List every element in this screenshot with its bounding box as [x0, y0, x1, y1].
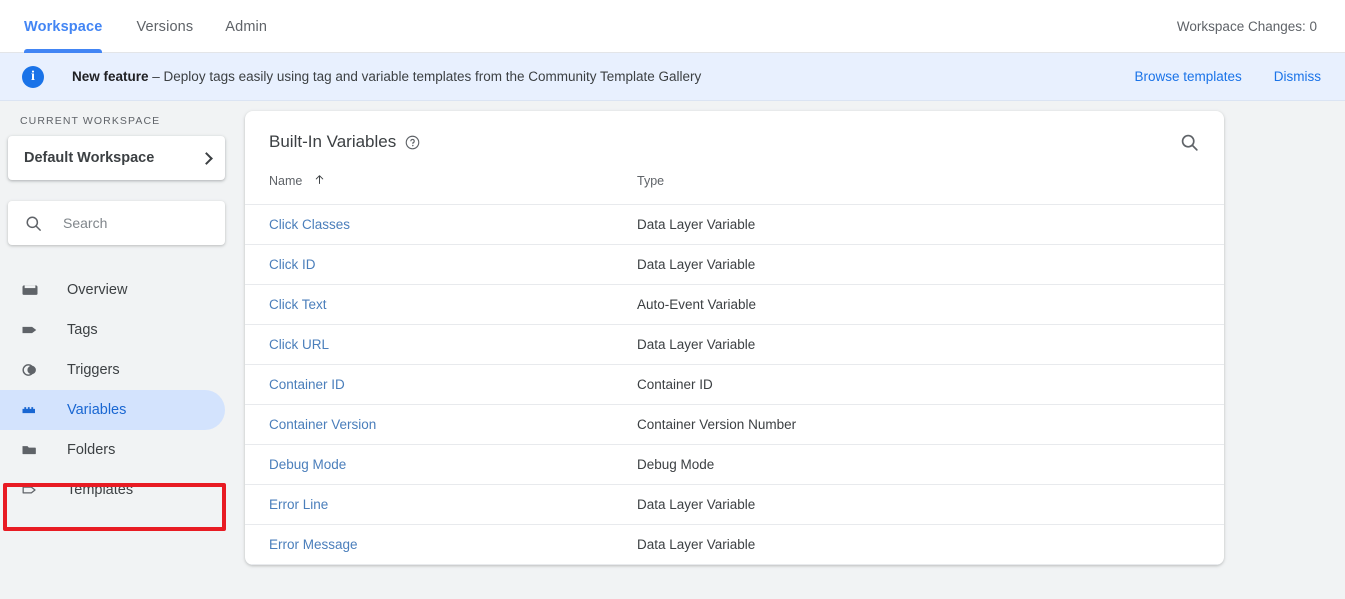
sidebar-item-tags-label: Tags [67, 322, 98, 338]
variable-link[interactable]: Click Classes [269, 217, 350, 232]
table-row[interactable]: Container Version Container Version Numb… [245, 404, 1224, 445]
sidebar-item-overview-label: Overview [67, 282, 128, 298]
main-content: Built-In Variables Name Type Click Class… [237, 101, 1345, 599]
column-header-type-label: Type [637, 173, 665, 188]
table-body: Click Classes Data Layer Variable Click … [245, 204, 1224, 565]
table-row[interactable]: Error Line Data Layer Variable [245, 484, 1224, 525]
overview-icon [22, 285, 38, 295]
sidebar-item-overview[interactable]: Overview [0, 270, 225, 310]
sidebar-item-tags[interactable]: Tags [0, 310, 225, 350]
variable-type-cell: Data Layer Variable [637, 484, 1224, 525]
banner-dash: – [148, 69, 164, 84]
help-circle-icon[interactable] [405, 135, 420, 150]
variable-name-cell: Click ID [245, 244, 637, 285]
table-head: Name Type [245, 173, 1224, 205]
tab-versions-label: Versions [136, 18, 194, 35]
built-in-variables-card: Built-In Variables Name Type Click Class… [245, 111, 1224, 565]
browse-templates-link[interactable]: Browse templates [1134, 69, 1241, 84]
card-header: Built-In Variables [245, 111, 1224, 173]
info-icon: i [22, 65, 44, 88]
column-header-name[interactable]: Name [245, 173, 637, 205]
tab-workspace-label: Workspace [24, 18, 103, 35]
template-icon [22, 486, 36, 494]
variable-type-cell: Auto-Event Variable [637, 284, 1224, 325]
variable-type-cell: Data Layer Variable [637, 324, 1224, 365]
workspace-selector-label: Default Workspace [24, 150, 155, 166]
table-row[interactable]: Click ID Data Layer Variable [245, 244, 1224, 285]
variable-link[interactable]: Error Message [269, 537, 358, 552]
variable-type-cell: Debug Mode [637, 444, 1224, 485]
top-tab-bar: Workspace Versions Admin Workspace Chang… [0, 0, 1345, 53]
workspace-changes-status: Workspace Changes: 0 [1176, 19, 1317, 34]
variables-table: Name Type Click Classes Data Layer Varia… [245, 173, 1224, 565]
variable-type-cell: Data Layer Variable [637, 204, 1224, 245]
sidebar-item-triggers[interactable]: Triggers [0, 350, 225, 390]
variable-name-cell: Error Line [245, 484, 637, 525]
variable-type-cell: Container Version Number [637, 404, 1224, 445]
card-search-button[interactable] [1176, 129, 1202, 155]
variable-link[interactable]: Click ID [269, 257, 316, 272]
variable-name-cell: Click Text [245, 284, 637, 325]
variables-icon [22, 407, 35, 414]
variable-name-cell: Click Classes [245, 204, 637, 245]
search-icon [1181, 134, 1198, 151]
sidebar-item-folders[interactable]: Folders [0, 430, 225, 470]
sidebar-caption: CURRENT WORKSPACE [20, 115, 161, 127]
table-row[interactable]: Container ID Container ID [245, 364, 1224, 405]
tag-icon [22, 326, 37, 334]
sidebar-item-triggers-label: Triggers [67, 362, 120, 378]
page-title: Built-In Variables [269, 132, 397, 151]
feature-banner: i New feature – Deploy tags easily using… [0, 53, 1345, 101]
table-row[interactable]: Debug Mode Debug Mode [245, 444, 1224, 485]
tab-workspace[interactable]: Workspace [24, 0, 120, 53]
tab-list: Workspace Versions Admin [0, 0, 283, 53]
search-input[interactable] [63, 215, 193, 231]
variable-link[interactable]: Click Text [269, 297, 327, 312]
variable-link[interactable]: Error Line [269, 497, 328, 512]
banner-title: New feature [72, 69, 149, 84]
column-header-type[interactable]: Type [637, 173, 1224, 205]
dismiss-link[interactable]: Dismiss [1274, 69, 1321, 84]
variable-link[interactable]: Click URL [269, 337, 329, 352]
chevron-right-icon [200, 151, 213, 165]
sort-ascending-icon [315, 175, 324, 184]
variable-link[interactable]: Container Version [269, 417, 376, 432]
folder-icon [22, 446, 36, 455]
variable-name-cell: Error Message [245, 524, 637, 565]
variable-name-cell: Container Version [245, 404, 637, 445]
variable-name-cell: Debug Mode [245, 444, 637, 485]
search-icon [26, 215, 41, 231]
sidebar: CURRENT WORKSPACE Default Workspace Over… [0, 101, 237, 599]
table-row[interactable]: Click Text Auto-Event Variable [245, 284, 1224, 325]
trigger-icon [22, 364, 40, 376]
table-row[interactable]: Click Classes Data Layer Variable [245, 204, 1224, 245]
tab-admin[interactable]: Admin [209, 0, 283, 53]
variable-name-cell: Click URL [245, 324, 637, 365]
variable-type-cell: Data Layer Variable [637, 244, 1224, 285]
banner-message: New feature – Deploy tags easily using t… [72, 69, 701, 84]
banner-body: Deploy tags easily using tag and variabl… [163, 69, 702, 84]
workspace-selector[interactable]: Default Workspace [8, 136, 225, 180]
column-header-name-label: Name [269, 174, 303, 188]
table-row[interactable]: Error Message Data Layer Variable [245, 524, 1224, 565]
tab-versions[interactable]: Versions [120, 0, 209, 53]
variable-type-cell: Data Layer Variable [637, 524, 1224, 565]
body-wrapper: CURRENT WORKSPACE Default Workspace Over… [0, 101, 1345, 599]
banner-actions: Browse templates Dismiss [1134, 69, 1321, 84]
sidebar-item-variables-label: Variables [67, 402, 127, 418]
table-row[interactable]: Click URL Data Layer Variable [245, 324, 1224, 365]
sidebar-item-templates-label: Templates [67, 482, 134, 498]
sidebar-search[interactable] [8, 201, 225, 245]
sidebar-nav: Overview Tags Triggers Variables Folders… [0, 270, 237, 510]
variable-link[interactable]: Debug Mode [269, 457, 346, 472]
sidebar-item-folders-label: Folders [67, 442, 116, 458]
variable-link[interactable]: Container ID [269, 377, 345, 392]
variable-type-cell: Container ID [637, 364, 1224, 405]
table-header-row: Name Type [245, 173, 1224, 205]
variable-name-cell: Container ID [245, 364, 637, 405]
tab-admin-label: Admin [225, 18, 268, 35]
sidebar-item-templates[interactable]: Templates [0, 470, 225, 510]
sidebar-item-variables[interactable]: Variables [0, 390, 225, 430]
